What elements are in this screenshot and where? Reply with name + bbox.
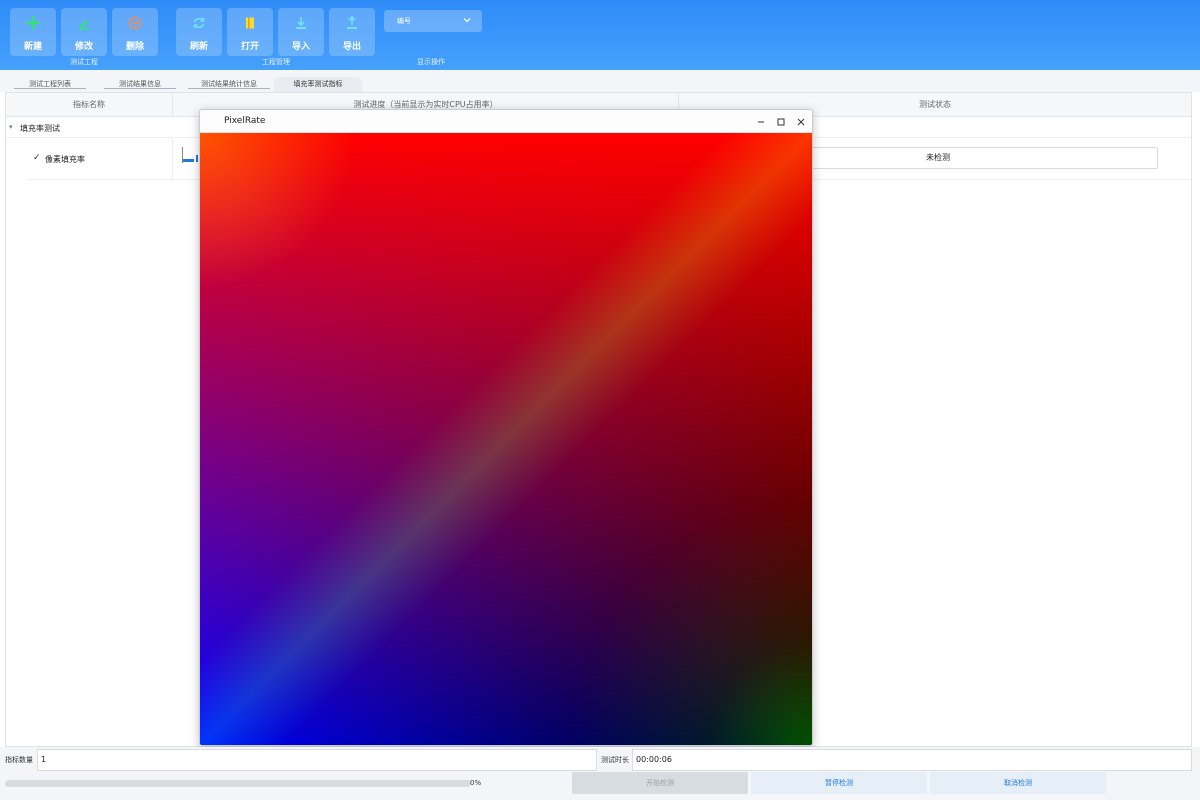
- export-button-label: 导出: [342, 42, 361, 52]
- delete-button-label: 删除: [125, 42, 144, 52]
- tab-bar: 测试工程列表 测试结果信息 测试结果统计信息 填充率测试指标: [0, 70, 1200, 92]
- overall-progress-bar: [5, 780, 471, 787]
- edit-icon: [61, 15, 107, 31]
- delete-button[interactable]: 删除: [112, 8, 158, 56]
- import-icon: [278, 15, 324, 31]
- pause-detect-button[interactable]: 暂停检测: [751, 772, 927, 794]
- display-sort-combo[interactable]: 编号: [384, 10, 482, 32]
- tab-divider: [14, 88, 86, 89]
- edit-button[interactable]: 修改: [61, 8, 107, 56]
- duration-field[interactable]: 00:00:06: [632, 749, 1192, 771]
- group-label-project: 测试工程: [70, 58, 98, 66]
- group-label-management: 工程管理: [262, 58, 290, 66]
- count-field[interactable]: 1: [37, 749, 597, 771]
- tab-project-list[interactable]: 测试工程列表: [14, 77, 86, 92]
- minimize-icon[interactable]: [755, 116, 767, 128]
- header-metric-name: 指标名称: [6, 93, 172, 117]
- check-icon: ✓: [33, 153, 41, 163]
- new-button-label: 新建: [23, 42, 42, 52]
- render-canvas: [200, 133, 812, 745]
- tab-result-stats[interactable]: 测试结果统计信息: [188, 77, 270, 92]
- cancel-detect-button[interactable]: 取消检测: [930, 772, 1106, 794]
- progress-cell-bar: [182, 147, 198, 163]
- duration-label: 测试时长: [601, 756, 629, 764]
- tab-divider: [188, 88, 270, 89]
- tab-fillrate-metrics[interactable]: 填充率测试指标: [274, 77, 362, 92]
- cell-divider: [172, 137, 173, 179]
- group-label-display: 显示操作: [417, 58, 445, 66]
- open-book-icon: [227, 15, 273, 31]
- group-row-label: 填充率测试: [20, 124, 60, 133]
- export-button[interactable]: 导出: [329, 8, 375, 56]
- expand-arrow-icon[interactable]: ▾: [9, 123, 13, 131]
- combo-value: 编号: [397, 17, 411, 25]
- open-button[interactable]: 打开: [227, 8, 273, 56]
- ribbon-toolbar: 新建 修改 删除 刷新 打开 导入 导出 编号 测试工程 工程管理 显示操作: [0, 0, 1200, 70]
- export-icon: [329, 15, 375, 31]
- count-label: 指标数量: [5, 756, 33, 764]
- close-icon[interactable]: [795, 116, 807, 128]
- progress-percent: 0%: [470, 779, 482, 787]
- import-button-label: 导入: [291, 42, 310, 52]
- new-button[interactable]: 新建: [10, 8, 56, 56]
- minus-circle-icon: [112, 15, 158, 31]
- open-button-label: 打开: [240, 42, 259, 52]
- chevron-down-icon: [462, 15, 472, 25]
- tab-divider: [104, 88, 176, 89]
- plus-icon: [10, 15, 56, 31]
- refresh-button-label: 刷新: [189, 42, 208, 52]
- metric-item-name[interactable]: 像素填充率: [45, 154, 85, 165]
- refresh-icon: [176, 15, 222, 31]
- import-button[interactable]: 导入: [278, 8, 324, 56]
- refresh-button[interactable]: 刷新: [176, 8, 222, 56]
- window-titlebar[interactable]: PixelRate: [200, 110, 812, 133]
- window-title: PixelRate: [224, 116, 266, 126]
- start-detect-button[interactable]: 开始检测: [572, 772, 748, 794]
- maximize-icon[interactable]: [775, 116, 787, 128]
- edit-button-label: 修改: [74, 42, 93, 52]
- pixelrate-window: PixelRate: [199, 109, 813, 746]
- tab-result-info[interactable]: 测试结果信息: [104, 77, 176, 92]
